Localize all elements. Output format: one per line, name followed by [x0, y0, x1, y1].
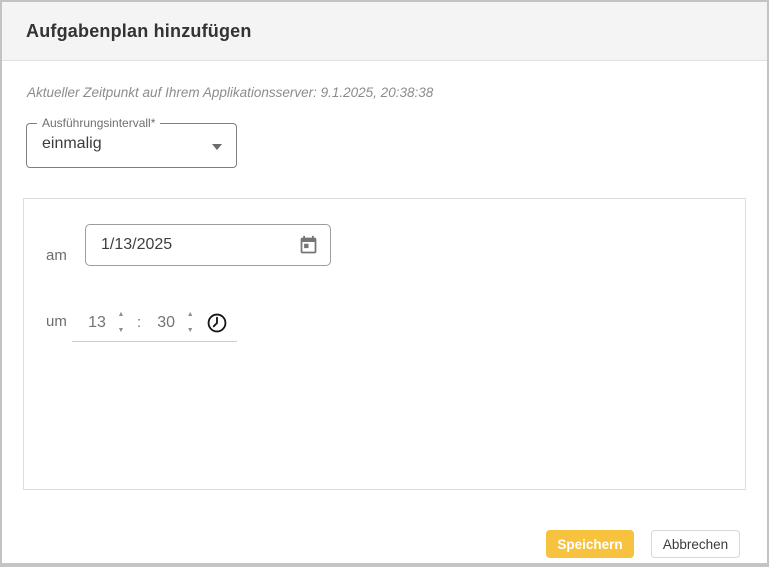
server-time-note: Aktueller Zeitpunkt auf Ihrem Applikatio… [27, 85, 433, 100]
save-button[interactable]: Speichern [546, 530, 634, 558]
time-separator: : [137, 314, 141, 331]
triangle-down-icon: ▼ [187, 327, 194, 334]
interval-select-value: einmalig [42, 135, 102, 153]
hour-up-button[interactable]: ▲ [115, 311, 127, 319]
dialog-title: Aufgabenplan hinzufügen [26, 21, 252, 42]
time-row-label: um [46, 313, 67, 330]
cancel-button[interactable]: Abbrechen [651, 530, 740, 558]
hour-spinner: ▲ ▼ [115, 311, 127, 335]
minute-input[interactable] [151, 314, 181, 332]
interval-select[interactable]: Ausführungsintervall* einmalig [26, 123, 237, 168]
minute-down-button[interactable]: ▼ [184, 327, 196, 335]
chevron-down-icon [212, 144, 222, 150]
schedule-panel: am um ▲ ▼ : ▲ ▼ [23, 198, 746, 490]
date-field[interactable] [86, 236, 286, 254]
add-task-plan-dialog: Aufgabenplan hinzufügen Aktueller Zeitpu… [0, 0, 769, 567]
time-field: ▲ ▼ : ▲ ▼ [72, 304, 237, 342]
screen: Aufgabenplan hinzufügen Aktueller Zeitpu… [0, 0, 769, 569]
minute-up-button[interactable]: ▲ [184, 311, 196, 319]
dialog-header: Aufgabenplan hinzufügen [2, 2, 767, 61]
hour-input[interactable] [82, 314, 112, 332]
calendar-button[interactable] [296, 233, 320, 257]
triangle-up-icon: ▲ [187, 311, 194, 318]
triangle-up-icon: ▲ [118, 311, 125, 318]
date-row-label: am [46, 247, 67, 264]
interval-select-label: Ausführungsintervall* [37, 116, 160, 130]
clock-button[interactable] [205, 311, 229, 335]
hour-down-button[interactable]: ▼ [115, 327, 127, 335]
clock-icon [206, 312, 228, 334]
minute-spinner: ▲ ▼ [184, 311, 196, 335]
triangle-down-icon: ▼ [118, 327, 125, 334]
date-input[interactable] [85, 224, 331, 266]
calendar-icon [298, 235, 319, 256]
